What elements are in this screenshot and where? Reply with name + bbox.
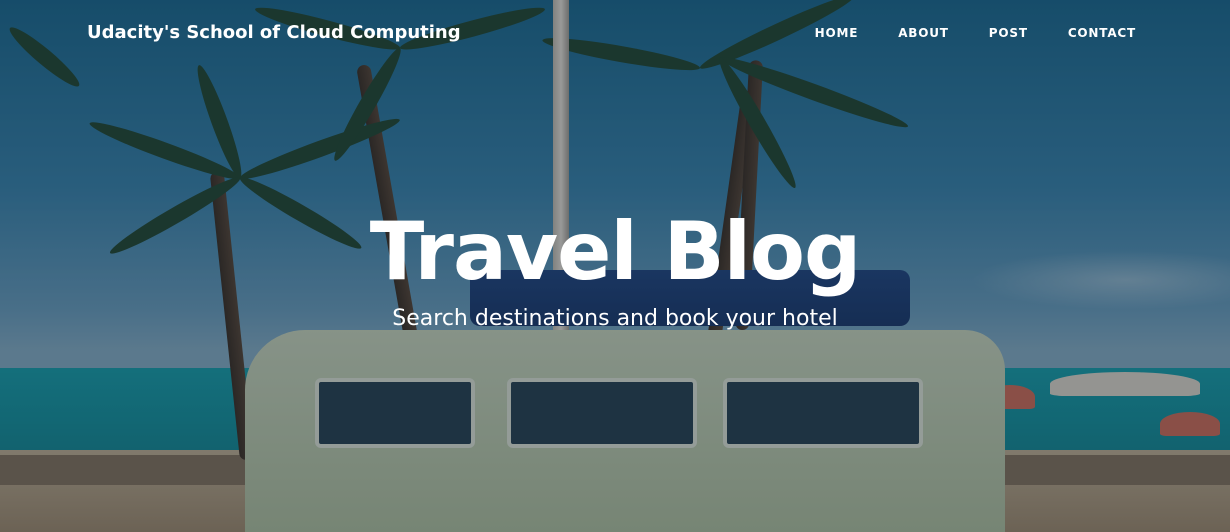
- brand-link[interactable]: Udacity's School of Cloud Computing: [87, 22, 461, 43]
- hero-subtitle: Search destinations and book your hotel: [392, 306, 838, 331]
- nav-item-contact: CONTACT: [1048, 26, 1156, 40]
- nav-link-contact[interactable]: CONTACT: [1048, 26, 1156, 40]
- hero-title: Travel Blog: [369, 205, 862, 298]
- nav-link-about[interactable]: ABOUT: [878, 26, 969, 40]
- navbar: Udacity's School of Cloud Computing HOME…: [0, 0, 1230, 66]
- nav-item-about: ABOUT: [878, 26, 969, 40]
- nav-link-post[interactable]: POST: [969, 26, 1048, 40]
- nav-link-home[interactable]: HOME: [795, 26, 879, 40]
- nav-item-home: HOME: [795, 26, 879, 40]
- nav-menu: HOME ABOUT POST CONTACT: [795, 26, 1156, 40]
- hero: Travel Blog Search destinations and book…: [0, 200, 1230, 334]
- nav-item-post: POST: [969, 26, 1048, 40]
